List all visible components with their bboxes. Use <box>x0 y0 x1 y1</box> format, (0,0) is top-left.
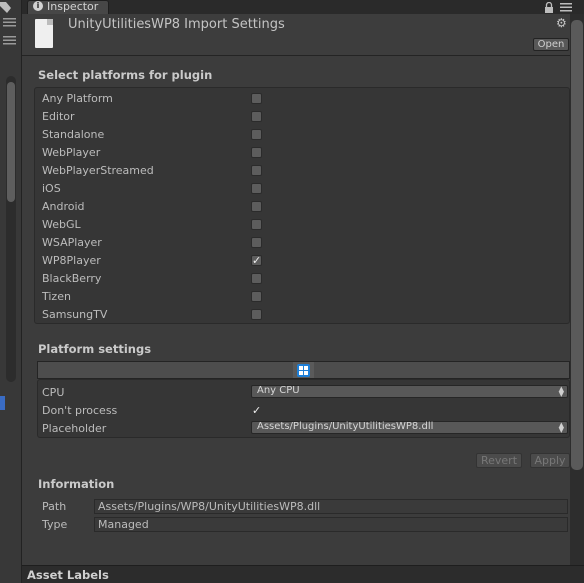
apply-button[interactable]: Apply <box>530 453 570 468</box>
windows-icon <box>297 364 310 377</box>
platform-checkbox-wp8player[interactable]: ✓ <box>251 255 262 266</box>
platform-label-android: Android <box>42 200 85 213</box>
left-scrollbar-thumb[interactable] <box>7 82 15 202</box>
platform-label-any: Any Platform <box>42 92 113 105</box>
revert-button[interactable]: Revert <box>476 453 522 468</box>
platform-checkbox-webplayer[interactable] <box>251 147 262 158</box>
type-label: Type <box>42 518 68 531</box>
section-title-information: Information <box>38 477 115 491</box>
lock-icon[interactable] <box>544 2 554 13</box>
cpu-dropdown[interactable]: Any CPU ▲ ▼ <box>251 385 568 398</box>
section-title-platforms: Select platforms for plugin <box>38 68 213 82</box>
platform-label-webgl: WebGL <box>42 218 81 231</box>
platform-checkbox-samsungtv[interactable] <box>251 309 262 320</box>
platform-checkbox-wsaplayer[interactable] <box>251 237 262 248</box>
platform-label-editor: Editor <box>42 110 75 123</box>
platform-checkbox-ios[interactable] <box>251 183 262 194</box>
tab-menu-icon[interactable] <box>560 3 572 12</box>
platform-label-samsungtv: SamsungTV <box>42 308 108 321</box>
platform-checkbox-android[interactable] <box>251 201 262 212</box>
platforms-panel <box>34 87 570 324</box>
platform-label-standalone: Standalone <box>42 128 105 141</box>
cpu-dropdown-value: Any CPU <box>257 385 300 396</box>
tag-icon <box>0 2 11 13</box>
dont-process-checkbox[interactable]: ✓ <box>251 405 262 416</box>
tab-inspector-label: Inspector <box>47 0 99 13</box>
placeholder-dropdown-value: Assets/Plugins/UnityUtilitiesWP8.dll <box>257 421 434 432</box>
asset-labels-title: Asset Labels <box>27 568 109 582</box>
platform-checkbox-webgl[interactable] <box>251 219 262 230</box>
file-icon-fold <box>47 19 53 25</box>
placeholder-dropdown[interactable]: Assets/Plugins/UnityUtilitiesWP8.dll ▲ ▼ <box>251 421 568 434</box>
path-field: Assets/Plugins/WP8/UnityUtilitiesWP8.dll <box>94 499 568 514</box>
platform-label-ios: iOS <box>42 182 61 195</box>
platform-label-webplayerstreamed: WebPlayerStreamed <box>42 164 154 177</box>
path-label: Path <box>42 500 67 513</box>
platform-label-wsaplayer: WSAPlayer <box>42 236 102 249</box>
dropdown-arrows-icon: ▲ ▼ <box>558 421 564 434</box>
platform-checkbox-tizen[interactable] <box>251 291 262 302</box>
platform-label-blackberry: BlackBerry <box>42 272 102 285</box>
platform-label-tizen: Tizen <box>42 290 71 303</box>
dont-process-label: Don't process <box>42 404 118 417</box>
menu-lines-icon[interactable] <box>3 35 16 45</box>
menu-lines-icon[interactable] <box>3 17 16 27</box>
gear-icon[interactable]: ⚙ <box>556 16 570 30</box>
platform-checkbox-standalone[interactable] <box>251 129 262 140</box>
section-title-platform-settings: Platform settings <box>38 342 152 356</box>
open-button[interactable]: Open <box>533 38 569 51</box>
platform-label-webplayer: WebPlayer <box>42 146 101 159</box>
header-title: UnityUtilitiesWP8 Import Settings <box>68 17 285 32</box>
type-field: Managed <box>94 517 568 532</box>
platform-checkbox-any[interactable] <box>251 93 262 104</box>
dropdown-arrows-icon: ▲ ▼ <box>558 385 564 398</box>
cpu-label: CPU <box>42 386 65 399</box>
selection-marker <box>0 396 5 410</box>
platform-checkbox-blackberry[interactable] <box>251 273 262 284</box>
info-icon: i <box>33 1 43 11</box>
right-scrollbar-thumb[interactable] <box>571 20 583 470</box>
platform-checkbox-editor[interactable] <box>251 111 262 122</box>
platform-label-wp8player: WP8Player <box>42 254 101 267</box>
platform-checkbox-webplayerstreamed[interactable] <box>251 165 262 176</box>
placeholder-label: Placeholder <box>42 422 107 435</box>
